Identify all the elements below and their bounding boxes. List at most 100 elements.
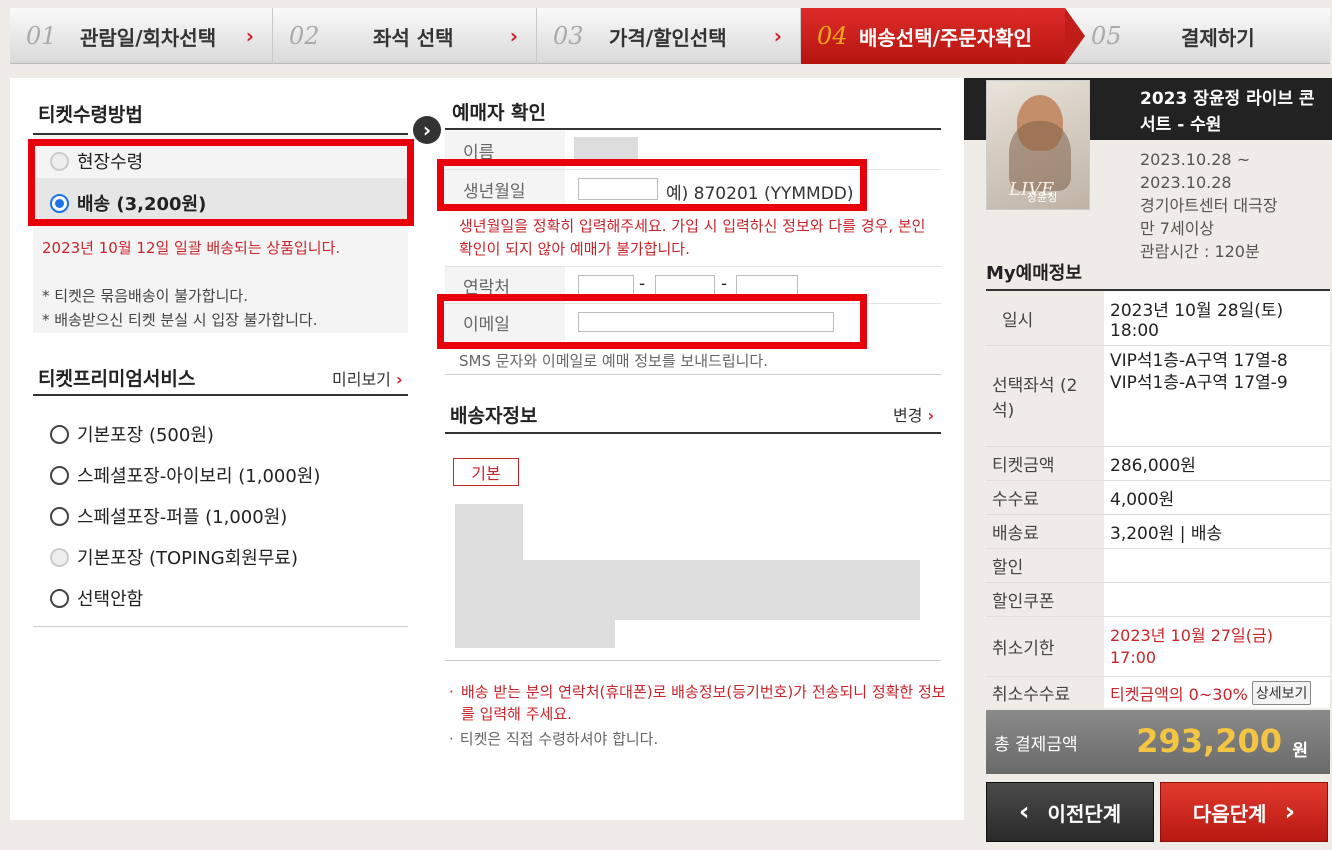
ticket-receive-title: 티켓수령방법 xyxy=(38,104,143,126)
highlight-box xyxy=(437,159,867,211)
notice-line: * 티켓은 묶음배송이 불가합니다. xyxy=(42,287,248,305)
chevron-right-icon: › xyxy=(509,24,518,48)
step-number: 02 xyxy=(289,22,320,50)
change-label: 변경 xyxy=(893,406,923,425)
premium-option[interactable]: 스페셜포장-퍼플 (1,000원) xyxy=(50,503,287,529)
separator: - xyxy=(721,274,728,294)
divider xyxy=(33,626,408,627)
step-label: 결제하기 xyxy=(1181,25,1255,50)
chevron-right-icon: › xyxy=(413,116,441,144)
notice-line: * 배송받으신 티켓 분실 시 입장 불가합니다. xyxy=(42,311,318,329)
highlight-box xyxy=(437,294,867,349)
bullet: · xyxy=(449,730,454,748)
info-row-coupon: 할인쿠폰 xyxy=(986,582,1330,616)
option-label: 스페셜포장-퍼플 (1,000원) xyxy=(77,507,288,528)
premium-option[interactable]: 선택안함 xyxy=(50,585,143,611)
total-label: 총 결제금액 xyxy=(994,735,1078,755)
delivery-notice: 2023년 10월 12일 일괄 배송되는 상품입니다. xyxy=(42,239,341,257)
basic-address-tag[interactable]: 기본 xyxy=(453,458,519,486)
chevron-right-icon: › xyxy=(1284,797,1296,827)
notice-text: 배송 받는 분의 연락처(휴대폰)로 배송정보(등기번호)가 전송되니 정확한 … xyxy=(461,683,946,723)
step-3[interactable]: 03 가격/할인선택 › xyxy=(537,8,801,64)
radio-button[interactable] xyxy=(50,424,69,444)
radio-button[interactable] xyxy=(50,547,69,567)
radio-button[interactable] xyxy=(50,588,69,608)
poster-title: 장윤정 xyxy=(1027,191,1058,204)
info-row-datetime: 일시 2023년 10월 28일(토) 18:00 xyxy=(986,291,1330,345)
notice-text: 티켓은 직접 수령하셔야 합니다. xyxy=(459,730,659,748)
info-key: 일시 xyxy=(986,291,1096,345)
info-value: 4,000원 xyxy=(1104,481,1330,514)
premium-option-disabled[interactable]: 기본포장 (TOPING회원무료) xyxy=(50,544,298,570)
next-step-button[interactable]: 다음단계 › xyxy=(1160,782,1328,842)
info-row-cancel-deadline: 취소기한 2023년 10월 27일(금) 17:00 xyxy=(986,616,1330,676)
next-label: 다음단계 xyxy=(1192,801,1267,826)
info-key: 취소수수료 xyxy=(986,677,1096,708)
total-amount: 293,200 xyxy=(1136,722,1282,760)
step-1[interactable]: 01 관람일/회차선택 › xyxy=(10,8,273,64)
sms-note: SMS 문자와 이메일로 예매 정보를 보내드립니다. xyxy=(459,352,768,370)
event-poster: LIVE 장윤정 xyxy=(986,80,1090,210)
info-row-cancel-fee: 취소수수료 티켓금액의 0~30% 상세보기 xyxy=(986,676,1330,708)
info-key: 할인 xyxy=(986,549,1096,582)
info-row-discount: 할인 xyxy=(986,548,1330,582)
info-key: 수수료 xyxy=(986,481,1096,514)
cancel-fee-text: 티켓금액의 0~30% xyxy=(1110,684,1248,704)
step-5[interactable]: 05 결제하기 xyxy=(1065,8,1330,64)
separator: - xyxy=(639,274,646,294)
step-label: 가격/할인선택 xyxy=(609,25,727,50)
step-number: 05 xyxy=(1091,22,1122,50)
radio-button[interactable] xyxy=(50,465,69,485)
info-value: 티켓금액의 0~30% 상세보기 xyxy=(1104,677,1330,708)
chevron-right-icon: › xyxy=(927,406,935,425)
step-number: 01 xyxy=(26,22,57,50)
detail-button[interactable]: 상세보기 xyxy=(1251,680,1312,705)
birthdate-warning: 생년월일을 정확히 입력해주세요. 가입 시 입력하신 정보와 다를 경우, 본… xyxy=(459,217,926,258)
step-2[interactable]: 02 좌석 선택 › xyxy=(273,8,537,64)
info-value xyxy=(1104,583,1330,616)
info-key: 선택좌석 (2석) xyxy=(986,346,1096,446)
event-age: 만 7세이상 xyxy=(1140,219,1215,238)
premium-service-title: 티켓프리미엄서비스 xyxy=(38,368,196,390)
redacted-recipient xyxy=(455,504,523,560)
info-key: 배송료 xyxy=(986,515,1096,548)
info-row-fee: 수수료 4,000원 xyxy=(986,480,1330,514)
divider xyxy=(445,128,941,130)
chevron-left-icon: ‹ xyxy=(1018,797,1030,827)
chevron-right-icon: › xyxy=(245,24,254,48)
option-label: 기본포장 (500원) xyxy=(77,425,214,446)
change-link[interactable]: 변경 › xyxy=(893,402,934,426)
event-details: 2023.10.28 ~ 2023.10.28 경기아트센터 대극장 만 7세이… xyxy=(1140,148,1326,263)
step-label: 좌석 선택 xyxy=(373,25,454,50)
chevron-right-icon: › xyxy=(773,24,782,48)
info-row-ticket-price: 티켓금액 286,000원 xyxy=(986,446,1330,480)
premium-option[interactable]: 스페셜포장-아이보리 (1,000원) xyxy=(50,462,320,488)
info-value: 2023년 10월 28일(토) 18:00 xyxy=(1104,291,1330,345)
premium-option[interactable]: 기본포장 (500원) xyxy=(50,421,214,447)
info-value: VIP석1층-A구역 17열-8 VIP석1층-A구역 17열-9 xyxy=(1104,346,1330,446)
bullet: · xyxy=(449,683,454,701)
booker-title: 예매자 확인 xyxy=(452,102,547,124)
info-row-seats: 선택좌석 (2석) VIP석1층-A구역 17열-8 VIP석1층-A구역 17… xyxy=(986,345,1330,446)
prev-step-button[interactable]: ‹ 이전단계 xyxy=(986,782,1154,842)
my-booking-title: My예매정보 xyxy=(986,263,1082,284)
redacted-address xyxy=(455,560,920,620)
divider xyxy=(33,394,408,396)
option-label: 기본포장 (TOPING회원무료) xyxy=(77,548,298,569)
info-value xyxy=(1104,549,1330,582)
step-number: 03 xyxy=(553,22,584,50)
info-value: 286,000원 xyxy=(1104,447,1330,480)
chevron-right-icon: › xyxy=(395,370,403,389)
event-runtime: 관람시간 : 120분 xyxy=(1140,242,1260,261)
step-label: 배송선택/주문자확인 xyxy=(859,25,1032,50)
option-label: 선택안함 xyxy=(77,589,144,610)
total-box: 총 결제금액 293,200 원 xyxy=(986,710,1330,774)
radio-button[interactable] xyxy=(50,506,69,526)
step-4-active[interactable]: 04 배송선택/주문자확인 xyxy=(801,8,1085,64)
info-value: 2023년 10월 27일(금) 17:00 xyxy=(1104,617,1330,676)
step-number: 04 xyxy=(817,22,848,50)
preview-label: 미리보기 xyxy=(332,370,391,389)
preview-link[interactable]: 미리보기 › xyxy=(332,366,403,390)
left-panel: 티켓수령방법 현장수령 배송 (3,200원) 2023년 10월 12일 일괄… xyxy=(10,78,425,820)
highlight-box xyxy=(28,139,414,226)
